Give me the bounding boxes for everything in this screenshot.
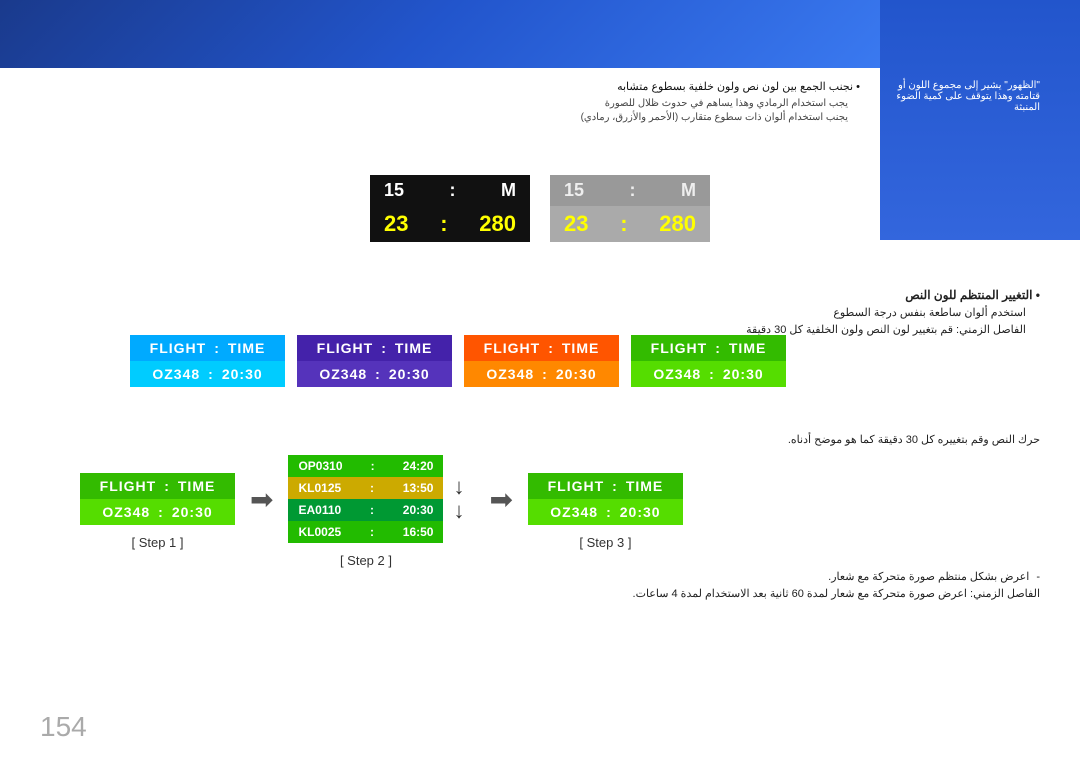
step2-board: OP0310 : 24:20 KL0125 : 13:50 EA0110 : 2… [288, 455, 443, 543]
step1-bot-flight: OZ348 [102, 504, 150, 520]
down-arrow-2: ↓ [453, 499, 464, 523]
sub-1: يجب استخدام الرمادي وهذا يساهم في حدوث ظ… [430, 98, 860, 109]
fb-orange-bot-flight: OZ348 [486, 366, 534, 382]
sb-gray-top-colon: : [630, 180, 636, 201]
fb-purple-bot-colon: : [375, 366, 381, 382]
step3-bot-colon: : [606, 504, 612, 520]
step3-block: FLIGHT : TIME OZ348 : 20:30 [ Step 3 ] [528, 473, 683, 550]
arrow2: ➡ [474, 483, 527, 541]
scoreboards-container: 15 : M 23 : 280 15 : M 23 : 280 [370, 175, 710, 242]
bullet-1: نجنب الجمع بين لون نص ولون خلفية بسطوع م… [430, 80, 860, 93]
bottom-desc-line2: الفاصل الزمني: اعرض صورة متحركة مع شعار … [580, 587, 1040, 600]
step2-block: OP0310 : 24:20 KL0125 : 13:50 EA0110 : 2… [288, 455, 443, 568]
flight-board-green: FLIGHT : TIME OZ348 : 20:30 [631, 335, 786, 387]
desc-line-1: استخدم ألوان ساطعة بنفس درجة السطوع [540, 306, 1040, 319]
right-panel [880, 0, 1080, 240]
fb-orange-top-colon: : [548, 340, 554, 356]
arrow1-icon: ➡ [235, 483, 288, 516]
flight-board-blue: FLIGHT : TIME OZ348 : 20:30 [130, 335, 285, 387]
step3-label: [ Step 3 ] [579, 535, 631, 550]
desc-title: التغيير المنتظم للون النص [540, 288, 1040, 302]
step1-top-colon: : [164, 478, 170, 494]
fb-green-top-time: TIME [729, 340, 766, 356]
sb-gray-bot-colon: : [620, 211, 627, 237]
flight-boards-row: FLIGHT : TIME OZ348 : 20:30 FLIGHT : TIM… [130, 335, 786, 387]
sb-gray-bot-right: 280 [659, 211, 696, 237]
sb-dark-bot-colon: : [440, 211, 447, 237]
flight-board-purple: FLIGHT : TIME OZ348 : 20:30 [297, 335, 452, 387]
fb-blue-bot-flight: OZ348 [152, 366, 200, 382]
sb-dark-top-left: 15 [384, 180, 404, 201]
fb-blue-top-flight: FLIGHT [150, 340, 207, 356]
fb-blue-bot-time: 20:30 [222, 366, 263, 382]
step3-top-flight: FLIGHT [548, 478, 605, 494]
fb-purple-top-flight: FLIGHT [317, 340, 374, 356]
step1-top-time: TIME [178, 478, 215, 494]
step3-top-time: TIME [626, 478, 663, 494]
step2-row4-col2: 16:50 [403, 525, 434, 539]
fb-blue-top-colon: : [214, 340, 220, 356]
bottom-desc: اعرض بشكل منتظم صورة متحركة مع شعار. الف… [580, 570, 1040, 604]
step1-top-flight: FLIGHT [100, 478, 157, 494]
fb-purple-top-colon: : [381, 340, 387, 356]
right-panel-text: "الظهور" يشير إلى مجموع اللون أو قتامته … [880, 80, 1040, 113]
sb-gray-top-left: 15 [564, 180, 584, 201]
fb-green-top-colon: : [715, 340, 721, 356]
step2-row2-col2: 13:50 [403, 481, 434, 495]
fb-green-bot-flight: OZ348 [653, 366, 701, 382]
step3-board: FLIGHT : TIME OZ348 : 20:30 [528, 473, 683, 525]
step2-label: [ Step 2 ] [340, 553, 392, 568]
step2-row3-col1: EA0110 [298, 503, 341, 517]
step2-row3-colon: : [370, 503, 374, 517]
down-arrow-1: ↓ [453, 475, 464, 499]
sb-dark-bot-left: 23 [384, 211, 408, 237]
step1-block: FLIGHT : TIME OZ348 : 20:30 [ Step 1 ] [80, 473, 235, 550]
fb-purple-top-time: TIME [395, 340, 432, 356]
step1-board: FLIGHT : TIME OZ348 : 20:30 [80, 473, 235, 525]
step2-row2-col1: KL0125 [298, 481, 341, 495]
sb-dark-top-right: M [501, 180, 516, 201]
sb-gray-bot-left: 23 [564, 211, 588, 237]
steps-section: FLIGHT : TIME OZ348 : 20:30 [ Step 1 ] ➡… [80, 455, 830, 568]
bottom-desc-line1: اعرض بشكل منتظم صورة متحركة مع شعار. [580, 570, 1040, 583]
fb-purple-bot-time: 20:30 [389, 366, 430, 382]
step2-row1-col2: 24:20 [403, 459, 434, 473]
step2-row3-col2: 20:30 [403, 503, 434, 517]
fb-green-top-flight: FLIGHT [651, 340, 708, 356]
fb-purple-bot-flight: OZ348 [319, 366, 367, 382]
section-desc: التغيير المنتظم للون النص استخدم ألوان س… [540, 288, 1040, 340]
step2-row2-colon: : [370, 481, 374, 495]
sb-gray-top-right: M [681, 180, 696, 201]
flight-board-orange: FLIGHT : TIME OZ348 : 20:30 [464, 335, 619, 387]
fb-blue-top-time: TIME [228, 340, 265, 356]
step1-bot-colon: : [158, 504, 164, 520]
fb-green-bot-time: 20:30 [723, 366, 764, 382]
sb-dark-bot-right: 280 [479, 211, 516, 237]
step1-bot-time: 20:30 [172, 504, 213, 520]
fb-blue-bot-colon: : [208, 366, 214, 382]
step2-row4-col1: KL0025 [298, 525, 341, 539]
sub-2: يجنب استخدام ألوان ذات سطوع متقارب (الأح… [430, 112, 860, 123]
arrow2-icon: ➡ [474, 483, 527, 516]
fb-orange-top-flight: FLIGHT [484, 340, 541, 356]
top-text-section: نجنب الجمع بين لون نص ولون خلفية بسطوع م… [430, 80, 860, 126]
step2-row1-col1: OP0310 [298, 459, 342, 473]
step2-row4-colon: : [370, 525, 374, 539]
step2-row1-colon: : [371, 459, 375, 473]
step1-label: [ Step 1 ] [131, 535, 183, 550]
fb-orange-top-time: TIME [562, 340, 599, 356]
fb-green-bot-colon: : [709, 366, 715, 382]
rotation-desc: حرك النص وقم بتغييره كل 30 دقيقة كما هو … [440, 430, 1040, 448]
step3-bot-flight: OZ348 [550, 504, 598, 520]
scoreboard-gray: 15 : M 23 : 280 [550, 175, 710, 242]
fb-orange-bot-colon: : [542, 366, 548, 382]
down-arrows: ↓ ↓ [443, 475, 474, 548]
page-number: 154 [40, 711, 87, 743]
step3-top-colon: : [612, 478, 618, 494]
step3-bot-time: 20:30 [620, 504, 661, 520]
scoreboard-dark: 15 : M 23 : 280 [370, 175, 530, 242]
arrow1: ➡ [235, 483, 288, 541]
sb-dark-top-colon: : [450, 180, 456, 201]
fb-orange-bot-time: 20:30 [556, 366, 597, 382]
